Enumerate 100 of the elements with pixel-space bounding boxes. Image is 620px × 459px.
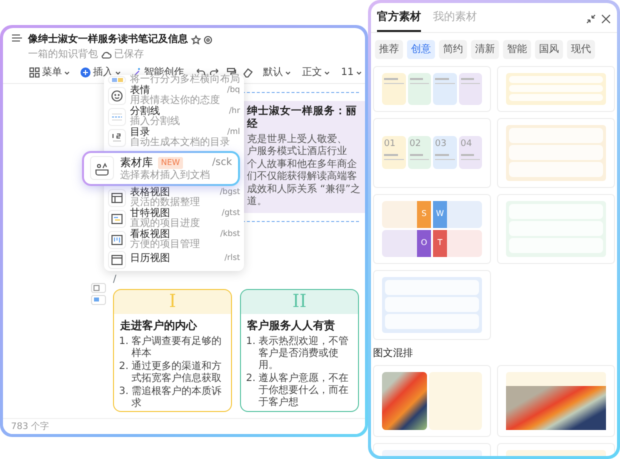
menu-item-description: 方便的项目管理 xyxy=(130,240,201,250)
chevron-down-icon xyxy=(285,70,291,76)
cloud-icon xyxy=(100,50,112,60)
card-title: 走进客户的内心 xyxy=(119,318,198,334)
template-thumbnail[interactable]: S W O T xyxy=(373,194,491,264)
kanban-icon xyxy=(110,233,124,247)
quote-text: 个人故事和他在多年商企 xyxy=(247,158,358,170)
list-number: 2. xyxy=(119,361,129,374)
card-number: 03 xyxy=(435,138,448,151)
calendar-icon xyxy=(110,252,124,266)
close-icon[interactable] xyxy=(601,14,611,24)
star-icon[interactable] xyxy=(190,34,200,44)
list-number: 2. xyxy=(246,373,256,386)
grid-icon xyxy=(29,67,40,78)
template-thumbnail[interactable] xyxy=(497,66,615,112)
list-number: 1. xyxy=(119,336,129,350)
template-thumbnail[interactable] xyxy=(373,364,491,436)
menu-item-description: 自动生成本文档的目录 xyxy=(130,138,231,148)
eraser-icon[interactable] xyxy=(242,67,253,78)
panel-tab[interactable]: 官方素材 xyxy=(377,9,421,32)
list-item-text: 表示热烈欢迎，不管客户是否消费或使用。 xyxy=(258,336,350,372)
menu-item-title[interactable]: 目录 xyxy=(130,128,150,138)
swot-letter: T xyxy=(433,230,447,256)
section-heading: 图文混排 xyxy=(372,346,414,360)
chevron-down-icon xyxy=(356,70,362,76)
menu-item-title[interactable]: 甘特视图 xyxy=(130,208,170,219)
category-chip[interactable]: 清新 xyxy=(471,40,499,58)
columns-icon xyxy=(112,78,122,82)
gantt-icon xyxy=(110,212,124,226)
card-number: 01 xyxy=(384,138,396,151)
category-chip[interactable]: 创意 xyxy=(407,40,435,58)
settings-icon[interactable] xyxy=(203,34,213,44)
roman-numeral: II xyxy=(292,290,307,314)
category-chip[interactable]: 现代 xyxy=(567,40,595,58)
quote-text: 克是世界上受人敬爱、 xyxy=(247,134,348,146)
shortcut-text: /rlst xyxy=(224,254,240,264)
shortcut-text: /bgst xyxy=(220,188,240,198)
category-chip[interactable]: 推荐 xyxy=(375,40,403,58)
roman-numeral: I xyxy=(168,290,176,314)
dropdown-select[interactable]: 11 xyxy=(341,65,362,80)
category-chip[interactable]: 简约 xyxy=(439,40,467,58)
quote-title: 绅士淑女一样服务：丽 xyxy=(247,105,358,118)
shortcut-text: /bq xyxy=(227,86,240,96)
chevron-down-icon xyxy=(64,70,70,76)
emoji-icon xyxy=(110,89,124,103)
menu-item-description: 将一行分为多栏横向布局 xyxy=(130,75,240,85)
swot-letter: W xyxy=(433,200,447,228)
chevron-down-icon xyxy=(324,70,330,76)
template-thumbnail[interactable] xyxy=(373,270,491,340)
card-number: 02 xyxy=(410,138,422,151)
document-title: 像绅士淑女一样服务读书笔记及信息 xyxy=(28,32,188,47)
chevron-down-icon xyxy=(115,70,121,76)
photo-placeholder xyxy=(382,372,427,430)
shortcut-text: /gtst xyxy=(222,208,240,219)
swot-letter: S xyxy=(417,200,431,228)
outline-menu-icon[interactable] xyxy=(11,32,23,44)
menu-item-title: 素材库 xyxy=(120,154,153,170)
block-handle-icon[interactable] xyxy=(91,282,106,293)
template-thumbnail[interactable] xyxy=(373,66,491,112)
list-item-text: 遵从客户意愿，不在于你想要什么，而在于客户想 xyxy=(258,373,350,410)
dropdown-select[interactable]: 正文 xyxy=(302,65,330,80)
menu-item-title[interactable]: 看板视图 xyxy=(130,230,170,240)
shortcut-text: /kbst xyxy=(220,230,240,240)
swot-letter: O xyxy=(417,230,431,256)
card-title: 客户服务人人有责 xyxy=(246,318,336,334)
plus-circle-icon xyxy=(80,67,91,78)
menu-item-description: 灵活的数据整理 xyxy=(130,198,201,208)
menu-item-description: 插入分割线 xyxy=(130,117,181,127)
list-number: 3. xyxy=(119,386,129,400)
word-count: 783 个字 xyxy=(3,418,365,434)
list-item-text: 客户调查要有足够的样本 xyxy=(132,336,223,360)
quote-text: 们不仅能获得解读高端客 xyxy=(247,171,358,184)
slash-text: / xyxy=(113,274,116,285)
list-number: 1. xyxy=(246,336,256,350)
highlighted-menu-item[interactable]: 素材库 NEW /sck 选择素材插入到文档 xyxy=(82,150,240,186)
menu-button[interactable]: 菜单 xyxy=(29,65,70,80)
table-icon xyxy=(110,191,124,205)
dropdown-select[interactable]: 默认 xyxy=(263,65,291,80)
menu-item-description: 用表情表达你的态度 xyxy=(130,96,221,106)
shortcut-text: /hr xyxy=(228,106,240,116)
menu-item-title[interactable]: 日历视图 xyxy=(130,254,170,265)
shortcut-text: /sck xyxy=(212,156,232,170)
card-number: 04 xyxy=(460,138,473,151)
menu-item-description: 选择素材插入到文档 xyxy=(120,171,211,182)
quote-title: 经 xyxy=(247,118,259,132)
menu-item-title[interactable]: 分割线 xyxy=(130,106,160,117)
template-thumbnail[interactable] xyxy=(497,364,615,436)
list-item-text: 需追根客户的本质诉求 xyxy=(132,386,223,410)
menu-item-title[interactable]: 表情 xyxy=(130,86,150,96)
category-chip[interactable]: 智能 xyxy=(503,40,531,58)
collapse-icon[interactable] xyxy=(586,14,596,24)
menu-item-title[interactable]: 表格视图 xyxy=(130,188,170,198)
new-tag: NEW xyxy=(158,156,183,169)
category-chip[interactable]: 国风 xyxy=(535,40,563,58)
menu-item-description: 直观的项目进度 xyxy=(130,219,201,229)
shortcut-text: /ml xyxy=(227,128,240,137)
save-status: 已保存 xyxy=(114,48,144,62)
quote-text: 成效和人际关系 “兼得”之道。 xyxy=(247,184,362,209)
template-thumbnail[interactable] xyxy=(497,118,615,188)
list-item-text: 通过更多的渠道和方式拓宽客户信息获取 xyxy=(132,361,223,386)
